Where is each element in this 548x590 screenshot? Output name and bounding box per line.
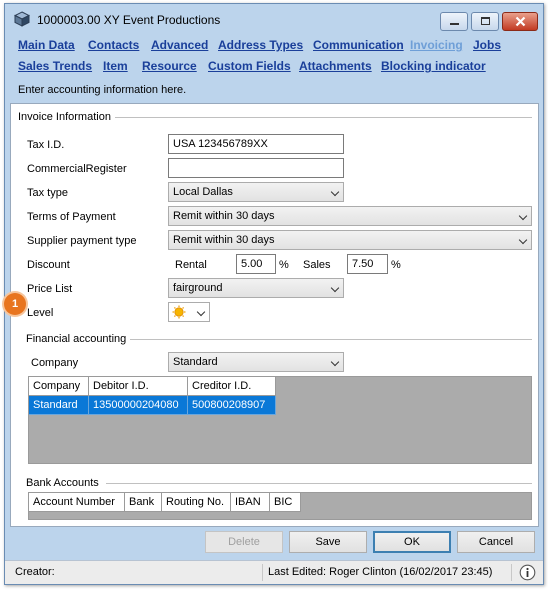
nav-communication[interactable]: Communication bbox=[313, 38, 404, 52]
section-divider bbox=[112, 117, 532, 118]
info-icon[interactable] bbox=[519, 564, 536, 581]
chevron-down-icon bbox=[518, 235, 528, 245]
nav-advanced[interactable]: Advanced bbox=[151, 38, 208, 52]
nav-contacts[interactable]: Contacts bbox=[88, 38, 139, 52]
nav-main-data[interactable]: Main Data bbox=[18, 38, 75, 52]
tax-id-label: Tax I.D. bbox=[27, 139, 65, 151]
nav-custom-fields[interactable]: Custom Fields bbox=[208, 59, 291, 73]
supplier-payment-type-dropdown[interactable]: Remit within 30 days bbox=[168, 230, 532, 250]
last-edited-text: Last Edited: Roger Clinton (16/02/2017 2… bbox=[268, 566, 493, 578]
price-list-value: fairground bbox=[173, 282, 223, 294]
nav-blocking-indicator[interactable]: Blocking indicator bbox=[381, 59, 486, 73]
sales-percent-unit: % bbox=[391, 259, 401, 271]
bank-accounts-grid[interactable]: Account Number Bank Routing No. IBAN BIC bbox=[28, 492, 532, 520]
callout-badge: 1 bbox=[4, 293, 26, 315]
nav-jobs[interactable]: Jobs bbox=[473, 38, 501, 52]
rental-label: Rental bbox=[175, 259, 207, 271]
tax-type-dropdown[interactable]: Local Dallas bbox=[168, 182, 344, 202]
nav-invoicing[interactable]: Invoicing bbox=[410, 38, 463, 52]
nav-item[interactable]: Item bbox=[103, 59, 128, 73]
section-divider bbox=[106, 483, 532, 484]
terms-of-payment-value: Remit within 30 days bbox=[173, 210, 275, 222]
delete-button[interactable]: Delete bbox=[205, 531, 283, 553]
nav-sales-trends[interactable]: Sales Trends bbox=[18, 59, 92, 73]
supplier-payment-type-value: Remit within 30 days bbox=[173, 234, 275, 246]
close-window-button[interactable] bbox=[502, 12, 538, 31]
hint-text: Enter accounting information here. bbox=[18, 84, 187, 96]
financial-accounting-grid[interactable]: Company Debitor I.D. Creditor I.D. Stand… bbox=[28, 376, 532, 464]
grid-column-header[interactable]: Company bbox=[29, 377, 89, 396]
save-button[interactable]: Save bbox=[289, 531, 367, 553]
chevron-down-icon bbox=[330, 283, 340, 293]
grid-column-header[interactable]: Routing No. bbox=[162, 493, 231, 512]
maximize-icon bbox=[481, 17, 490, 25]
chevron-down-icon bbox=[330, 357, 340, 367]
tax-id-field[interactable]: USA 123456789XX bbox=[168, 134, 344, 154]
tax-type-value: Local Dallas bbox=[173, 186, 233, 198]
nav-address-types[interactable]: Address Types bbox=[218, 38, 303, 52]
company-value: Standard bbox=[173, 356, 218, 368]
grid-column-header[interactable]: Creditor I.D. bbox=[188, 377, 276, 396]
nav-resource[interactable]: Resource bbox=[142, 59, 197, 73]
grid-column-header[interactable]: IBAN bbox=[231, 493, 270, 512]
maximize-button[interactable] bbox=[471, 12, 499, 31]
ok-button[interactable]: OK bbox=[373, 531, 451, 553]
status-divider bbox=[262, 564, 263, 581]
discount-label: Discount bbox=[27, 259, 70, 271]
section-divider bbox=[130, 339, 532, 340]
status-divider bbox=[511, 564, 512, 581]
company-dropdown[interactable]: Standard bbox=[168, 352, 344, 372]
invoice-section-title: Invoice Information bbox=[18, 111, 115, 123]
terms-of-payment-label: Terms of Payment bbox=[27, 211, 116, 223]
commercial-register-field[interactable] bbox=[168, 158, 344, 178]
financial-section-title: Financial accounting bbox=[26, 333, 131, 345]
tax-type-label: Tax type bbox=[27, 187, 68, 199]
cancel-button[interactable]: Cancel bbox=[457, 531, 535, 553]
grid-cell-creditor-id[interactable]: 500800208907 bbox=[188, 396, 276, 415]
supplier-payment-type-label: Supplier payment type bbox=[27, 235, 137, 247]
commercial-register-label: CommercialRegister bbox=[27, 163, 127, 175]
terms-of-payment-dropdown[interactable]: Remit within 30 days bbox=[168, 206, 532, 226]
nav-attachments[interactable]: Attachments bbox=[299, 59, 372, 73]
window-title: 1000003.00 XY Event Productions bbox=[37, 13, 221, 27]
level-dropdown[interactable] bbox=[168, 302, 210, 322]
minimize-icon bbox=[450, 23, 459, 25]
grid-cell-debitor-id[interactable]: 13500000204080 bbox=[89, 396, 188, 415]
grid-column-header[interactable]: Debitor I.D. bbox=[89, 377, 188, 396]
grid-cell-company[interactable]: Standard bbox=[29, 396, 89, 415]
level-label: Level bbox=[27, 307, 54, 319]
company-label: Company bbox=[31, 357, 79, 369]
close-icon bbox=[515, 16, 526, 27]
sales-label: Sales bbox=[303, 259, 331, 271]
title-bar[interactable]: 1000003.00 XY Event Productions bbox=[5, 4, 543, 34]
status-bar: Creator: Last Edited: Roger Clinton (16/… bbox=[5, 560, 543, 584]
grid-column-header[interactable]: BIC bbox=[270, 493, 301, 512]
sun-icon bbox=[172, 305, 186, 319]
minimize-button[interactable] bbox=[440, 12, 468, 31]
chevron-down-icon bbox=[196, 307, 206, 317]
bank-section-title: Bank Accounts bbox=[26, 477, 103, 489]
sales-discount-field[interactable]: 7.50 bbox=[347, 254, 388, 274]
chevron-down-icon bbox=[330, 187, 340, 197]
price-list-dropdown[interactable]: fairground bbox=[168, 278, 344, 298]
rental-discount-field[interactable]: 5.00 bbox=[236, 254, 276, 274]
rental-percent-unit: % bbox=[279, 259, 289, 271]
app-cube-icon bbox=[14, 11, 30, 27]
creator-label: Creator: bbox=[15, 566, 55, 578]
chevron-down-icon bbox=[518, 211, 528, 221]
grid-column-header[interactable]: Bank bbox=[125, 493, 162, 512]
grid-column-header[interactable]: Account Number bbox=[29, 493, 125, 512]
price-list-label: Price List bbox=[27, 283, 73, 295]
